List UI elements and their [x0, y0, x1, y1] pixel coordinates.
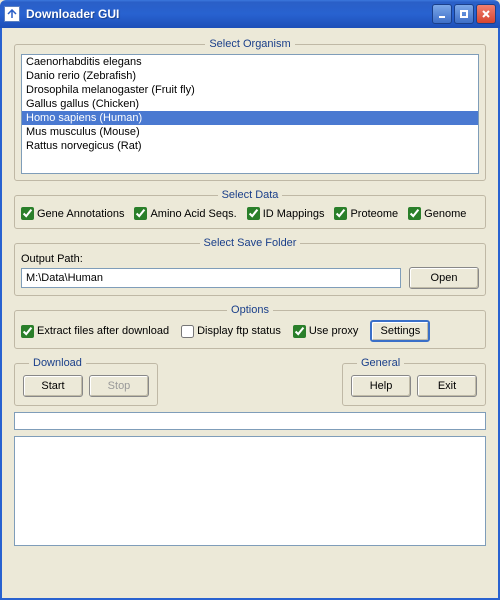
- window-title: Downloader GUI: [26, 7, 432, 21]
- output-path-input[interactable]: [21, 268, 401, 288]
- organism-item[interactable]: Gallus gallus (Chicken): [22, 97, 478, 111]
- ftp-label: Display ftp status: [197, 325, 281, 337]
- close-button[interactable]: [476, 4, 496, 24]
- ftp-checkbox-input[interactable]: [181, 325, 194, 338]
- titlebar: Downloader GUI: [0, 0, 500, 28]
- proxy-checkbox[interactable]: Use proxy: [293, 325, 359, 338]
- exit-button[interactable]: Exit: [417, 375, 477, 397]
- output-path-label: Output Path:: [21, 253, 479, 265]
- data-checkrow: Gene Annotations Amino Acid Seqs. ID Mappi…: [21, 205, 479, 222]
- settings-button[interactable]: Settings: [370, 320, 430, 342]
- general-group: General Help Exit: [342, 357, 486, 406]
- organism-listbox[interactable]: Caenorhabditis elegansDanio rerio (Zebra…: [21, 54, 479, 174]
- organism-legend: Select Organism: [205, 38, 294, 50]
- organism-item[interactable]: Mus musculus (Mouse): [22, 125, 478, 139]
- data-checkbox-label: Genome: [424, 208, 466, 220]
- save-group: Select Save Folder Output Path: Open: [14, 237, 486, 296]
- proxy-checkbox-input[interactable]: [293, 325, 306, 338]
- data-legend: Select Data: [218, 189, 283, 201]
- proxy-label: Use proxy: [309, 325, 359, 337]
- window-content: Select Organism Caenorhabditis elegansDa…: [0, 28, 500, 600]
- organism-item[interactable]: Danio rerio (Zebrafish): [22, 69, 478, 83]
- download-group: Download Start Stop: [14, 357, 158, 406]
- extract-checkbox-input[interactable]: [21, 325, 34, 338]
- data-checkbox-label: ID Mappings: [263, 208, 325, 220]
- start-button[interactable]: Start: [23, 375, 83, 397]
- data-checkbox-input[interactable]: [408, 207, 421, 220]
- app-icon: [4, 6, 20, 22]
- stop-button[interactable]: Stop: [89, 375, 149, 397]
- extract-label: Extract files after download: [37, 325, 169, 337]
- organism-item[interactable]: Homo sapiens (Human): [22, 111, 478, 125]
- data-checkbox-input[interactable]: [21, 207, 34, 220]
- ftp-checkbox[interactable]: Display ftp status: [181, 325, 281, 338]
- data-checkbox[interactable]: Proteome: [334, 207, 398, 220]
- minimize-button[interactable]: [432, 4, 452, 24]
- data-checkbox-label: Amino Acid Seqs.: [150, 208, 236, 220]
- extract-checkbox[interactable]: Extract files after download: [21, 325, 169, 338]
- general-legend: General: [357, 357, 404, 369]
- progress-bar: [14, 412, 486, 430]
- data-checkbox-label: Proteome: [350, 208, 398, 220]
- organism-item[interactable]: Drosophila melanogaster (Fruit fly): [22, 83, 478, 97]
- options-legend: Options: [227, 304, 273, 316]
- download-legend: Download: [29, 357, 86, 369]
- help-button[interactable]: Help: [351, 375, 411, 397]
- data-checkbox[interactable]: ID Mappings: [247, 207, 325, 220]
- data-checkbox-label: Gene Annotations: [37, 208, 124, 220]
- options-group: Options Extract files after download Dis…: [14, 304, 486, 349]
- data-checkbox[interactable]: Genome: [408, 207, 466, 220]
- log-textarea[interactable]: [14, 436, 486, 546]
- data-group: Select Data Gene Annotations Amino Acid S…: [14, 189, 486, 229]
- organism-item[interactable]: Caenorhabditis elegans: [22, 55, 478, 69]
- organism-item[interactable]: Rattus norvegicus (Rat): [22, 139, 478, 153]
- maximize-button[interactable]: [454, 4, 474, 24]
- data-checkbox[interactable]: Amino Acid Seqs.: [134, 207, 236, 220]
- organism-group: Select Organism Caenorhabditis elegansDa…: [14, 38, 486, 181]
- data-checkbox[interactable]: Gene Annotations: [21, 207, 124, 220]
- data-checkbox-input[interactable]: [134, 207, 147, 220]
- save-legend: Select Save Folder: [200, 237, 301, 249]
- data-checkbox-input[interactable]: [334, 207, 347, 220]
- open-button[interactable]: Open: [409, 267, 479, 289]
- data-checkbox-input[interactable]: [247, 207, 260, 220]
